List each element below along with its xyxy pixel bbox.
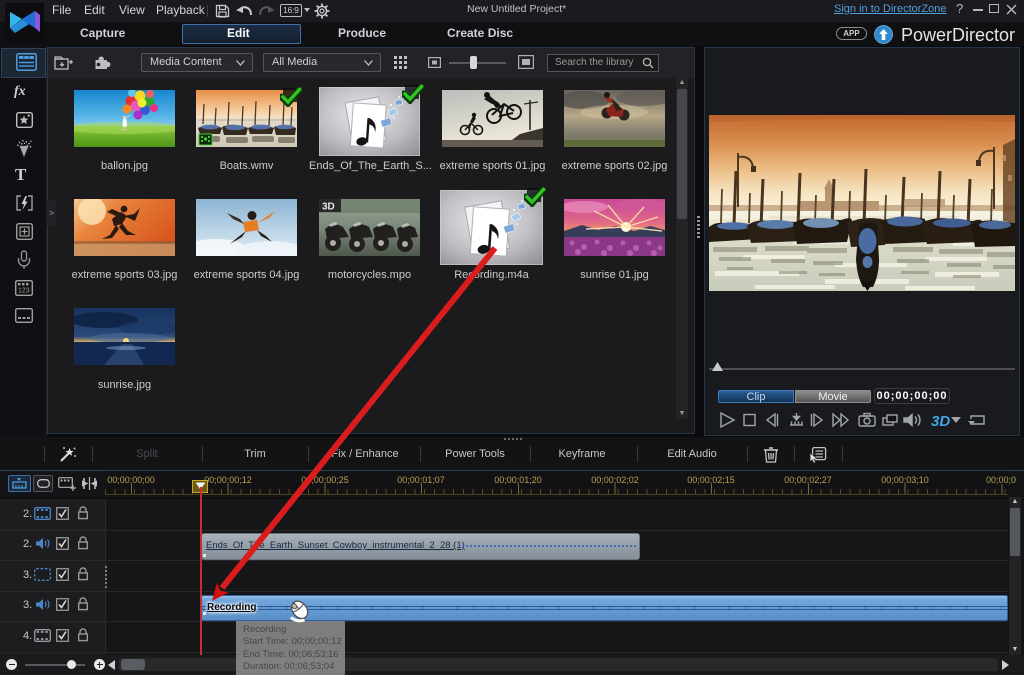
svg-text:3D: 3D: [322, 202, 335, 213]
svg-text:123: 123: [18, 288, 30, 295]
svg-text:3D: 3D: [931, 413, 950, 429]
